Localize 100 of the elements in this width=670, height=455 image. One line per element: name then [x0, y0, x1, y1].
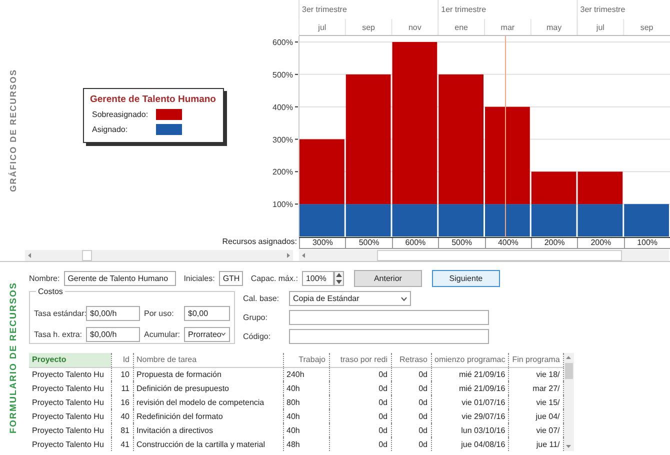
row-label: Recursos asignados: — [221, 237, 298, 248]
table-cell: Propuesta de formación — [133, 367, 283, 381]
quarter-label: 3er trimestre — [580, 5, 626, 14]
table-cell: Construcción de la cartilla y material — [133, 437, 283, 451]
table-cell: vie 29/07/16 — [431, 409, 509, 423]
table-cell: 41 — [111, 437, 133, 451]
table-cell: 0d — [391, 367, 431, 381]
table-cell: 81 — [111, 423, 133, 437]
table-cell: 40h — [283, 423, 329, 437]
table-cell: 48h — [283, 437, 329, 451]
table-cell: 80h — [283, 395, 329, 409]
table-cell: Proyecto Talento Hu — [29, 437, 111, 451]
rate-field[interactable]: $0,00/h — [86, 306, 140, 320]
table-cell: 600% — [392, 238, 438, 248]
name-field[interactable]: Gerente de Talento Humano — [64, 271, 176, 286]
table-cell: 0d — [329, 423, 391, 437]
field-label: Acumular: — [144, 330, 180, 338]
field-label: Nombre: — [29, 274, 60, 283]
column-header[interactable]: Retraso — [391, 353, 431, 367]
table-cell: 40h — [283, 409, 329, 423]
column-header[interactable]: omienzo programac — [431, 353, 509, 367]
cost-field[interactable]: $0,00 — [184, 306, 230, 320]
table-cell: mar 27/ — [508, 381, 564, 395]
table-cell: jue 04/ — [508, 409, 564, 423]
table-cell: 500% — [438, 238, 484, 248]
table-cell: Proyecto Talento Hu — [29, 381, 111, 395]
table-cell: Redefinición del formato — [133, 409, 283, 423]
table-cell: 0d — [391, 381, 431, 395]
field-label: Tasa h. extra: — [34, 330, 82, 338]
scrollbar[interactable] — [564, 353, 574, 451]
table-cell: Proyecto Talento Hu — [29, 395, 111, 409]
panel-title: FORMULARIO DE RECURSOS — [8, 282, 18, 434]
initials-field[interactable]: GTH — [218, 271, 243, 286]
code-field[interactable] — [289, 328, 489, 344]
table-cell: 0d — [391, 437, 431, 451]
field-label: Iniciales: — [184, 274, 215, 283]
group-field[interactable] — [289, 310, 489, 325]
month-label: ene — [454, 23, 468, 32]
column-header[interactable]: traso por redi — [329, 353, 391, 367]
table-cell: 0d — [329, 395, 391, 409]
table-cell: 200% — [577, 238, 624, 248]
field-label: Por uso: — [144, 308, 175, 318]
month-label: sep — [640, 23, 654, 32]
table-cell: 0d — [391, 423, 431, 437]
table-cell: lun 03/10/16 — [431, 423, 509, 437]
panel-title: GRÁFICO DE RECURSOS — [8, 69, 18, 192]
table-cell: vie 01/07/16 — [431, 395, 509, 409]
field-label: Capac. máx.: — [250, 274, 298, 283]
scroll-thumb[interactable] — [564, 363, 573, 379]
scrollbar[interactable] — [299, 250, 669, 260]
table-cell: 500% — [345, 238, 392, 248]
table-cell: vie 07/ — [508, 423, 564, 437]
accrue-dropdown[interactable]: Prorrateo — [184, 326, 230, 342]
table-cell: 0d — [329, 437, 391, 451]
axis-label: 300% — [272, 135, 293, 144]
table-cell: 240h — [283, 367, 329, 381]
column-header[interactable]: Trabajo — [283, 353, 329, 367]
axis-label: 400% — [272, 102, 293, 112]
table-cell: 40 — [111, 409, 133, 423]
table-cell: 0d — [329, 409, 391, 423]
scroll-thumb[interactable] — [377, 250, 622, 260]
max-units-field[interactable]: 100% — [302, 271, 334, 286]
nav-button[interactable]: Anterior — [354, 270, 422, 287]
column-header[interactable]: Fin programa — [508, 353, 564, 367]
table-cell: 0d — [329, 367, 391, 381]
table-cell: mié 21/09/16 — [431, 381, 509, 395]
scroll-thumb[interactable] — [82, 250, 92, 260]
table-cell: 0d — [329, 381, 391, 395]
legend-label: Asignado: — [92, 125, 129, 134]
table-cell: jue 04/08/16 — [431, 437, 509, 451]
column-header[interactable]: Nombre de tarea — [133, 353, 283, 367]
column-header[interactable]: Id — [111, 353, 133, 367]
table-cell: 0d — [391, 395, 431, 409]
table-cell: mié 21/09/16 — [431, 367, 509, 381]
table-cell: 300% — [299, 238, 346, 248]
table-cell: Definición de presupuesto — [133, 381, 283, 395]
axis-label: 200% — [272, 168, 293, 177]
caret-icon — [221, 332, 226, 336]
column-header[interactable]: Proyecto — [29, 353, 111, 367]
calendar-dropdown[interactable]: Copia de Estándar — [289, 291, 411, 306]
axis-label: 100% — [272, 200, 293, 210]
table-cell: 100% — [624, 238, 670, 248]
spin-button[interactable] — [334, 271, 344, 286]
caret-icon — [401, 296, 407, 301]
up-arrow-icon — [336, 273, 342, 278]
down-arrow-icon — [336, 280, 342, 284]
table-cell: 11 — [111, 381, 133, 395]
scrollbar[interactable] — [25, 250, 293, 260]
quarter-label: 1er trimestre — [441, 5, 486, 14]
field-label: Código: — [243, 332, 272, 341]
table-cell: Proyecto Talento Hu — [29, 423, 111, 437]
nav-button[interactable]: Siguiente — [432, 270, 500, 287]
field-label: Grupo: — [243, 312, 268, 322]
axis-label: 500% — [272, 70, 293, 80]
month-label: sep — [362, 23, 376, 32]
rate-field[interactable]: $0,00/h — [86, 326, 140, 342]
table-cell: 40h — [283, 381, 329, 395]
table-cell: 200% — [530, 238, 578, 248]
table-cell: Proyecto Talento Hu — [29, 367, 111, 381]
legend-label: Sobreasignado: — [92, 110, 150, 119]
